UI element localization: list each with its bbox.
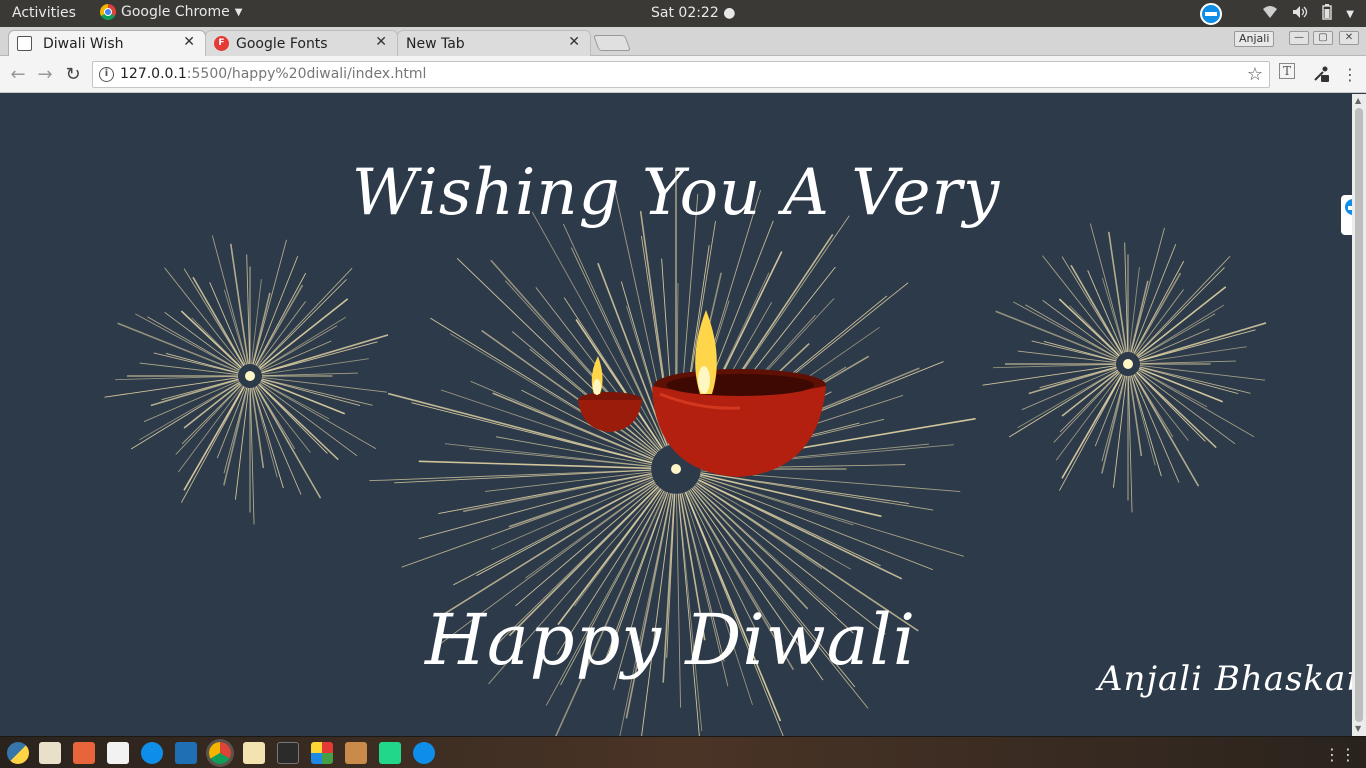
chrome-icon <box>100 4 116 20</box>
tab-diwali-wish[interactable]: Diwali Wish ✕ <box>8 30 206 56</box>
chevron-down-icon: ▼ <box>234 6 243 18</box>
wifi-icon[interactable] <box>1262 5 1278 23</box>
tab-title: New Tab <box>406 35 465 52</box>
tab-title: Google Fonts <box>236 35 328 52</box>
system-top-bar: Activities Google Chrome ▼ Sat 02:22 ● ▼ <box>0 0 1366 27</box>
google-fonts-icon: F <box>214 36 229 51</box>
scroll-up-icon[interactable]: ▲ <box>1355 96 1361 105</box>
volume-icon[interactable] <box>1292 5 1308 23</box>
reload-icon[interactable]: ↻ <box>63 64 83 85</box>
tab-google-fonts[interactable]: F Google Fonts ✕ <box>205 30 398 56</box>
web-page: Wishing You A Very Happy Diwali Anjali B… <box>0 94 1352 736</box>
url-host: 127.0.0.1 <box>120 66 187 82</box>
python-icon[interactable] <box>7 742 29 764</box>
teamviewer-icon[interactable] <box>1200 3 1223 25</box>
close-window-button[interactable]: ✕ <box>1339 31 1359 45</box>
text-extension-icon[interactable]: T <box>1279 63 1295 79</box>
notes-icon[interactable] <box>243 742 265 764</box>
clock[interactable]: Sat 02:22 ● <box>651 5 735 21</box>
address-bar[interactable]: i 127.0.0.1:5500/happy%20diwali/index.ht… <box>92 61 1270 88</box>
app-menu[interactable]: Google Chrome ▼ <box>100 4 242 20</box>
forward-arrow-icon[interactable]: → <box>35 64 55 85</box>
url-text[interactable]: 127.0.0.1:5500/happy%20diwali/index.html <box>120 66 426 82</box>
teamviewer-icon[interactable] <box>141 742 163 764</box>
tab-new-tab[interactable]: New Tab ✕ <box>397 30 591 56</box>
text-editor-icon[interactable] <box>107 742 129 764</box>
url-path: :5500/happy%20diwali/index.html <box>186 66 427 82</box>
heading: Wishing You A Very <box>351 156 1001 230</box>
tab-title: Diwali Wish <box>43 35 124 52</box>
colors-icon[interactable] <box>311 742 333 764</box>
profile-button[interactable]: Anjali <box>1234 31 1275 47</box>
close-tab-icon[interactable]: ✕ <box>568 34 580 50</box>
terminal-icon[interactable] <box>277 742 299 764</box>
archive-icon[interactable] <box>345 742 367 764</box>
menu-kebab-icon[interactable]: ⋮ <box>1342 65 1358 84</box>
minimize-button[interactable]: — <box>1289 31 1309 45</box>
eyedropper-extension-icon[interactable] <box>1312 65 1330 87</box>
vscode-icon[interactable] <box>175 742 197 764</box>
scroll-down-icon[interactable]: ▼ <box>1355 724 1361 733</box>
back-arrow-icon[interactable]: ← <box>8 64 28 85</box>
page-icon <box>17 36 32 51</box>
app-menu-label: Google Chrome <box>121 4 230 20</box>
scrollbar-thumb[interactable] <box>1355 108 1363 722</box>
system-tray[interactable]: ▼ <box>1200 3 1354 25</box>
close-tab-icon[interactable]: ✕ <box>183 34 195 50</box>
greeting: Happy Diwali <box>425 599 917 681</box>
taskbar: ⋮⋮ <box>0 736 1366 768</box>
browser-toolbar: ← → ↻ i 127.0.0.1:5500/happy%20diwali/in… <box>0 56 1366 93</box>
teamviewer-icon[interactable] <box>413 742 435 764</box>
pycharm-icon[interactable] <box>379 742 401 764</box>
files-icon[interactable] <box>73 742 95 764</box>
author-signature: Anjali Bhaskar <box>1098 659 1352 699</box>
battery-icon[interactable] <box>1322 4 1332 24</box>
show-applications-icon[interactable]: ⋮⋮ <box>1324 745 1356 764</box>
system-menu-chevron-icon[interactable]: ▼ <box>1346 9 1354 20</box>
firework-right <box>982 223 1267 513</box>
tab-strip: Diwali Wish ✕ F Google Fonts ✕ New Tab ✕… <box>0 27 1366 56</box>
page-scrollbar[interactable]: ▲ ▼ <box>1352 94 1366 736</box>
firework-left <box>104 235 389 525</box>
bookmark-star-icon[interactable]: ☆ <box>1247 64 1263 85</box>
close-tab-icon[interactable]: ✕ <box>375 34 387 50</box>
new-tab-button[interactable] <box>593 35 631 51</box>
gimp-icon[interactable] <box>39 742 61 764</box>
maximize-button[interactable]: ▢ <box>1313 31 1333 45</box>
activities-button[interactable]: Activities <box>12 5 76 21</box>
chrome-icon[interactable] <box>209 742 231 764</box>
info-icon[interactable]: i <box>99 67 114 82</box>
